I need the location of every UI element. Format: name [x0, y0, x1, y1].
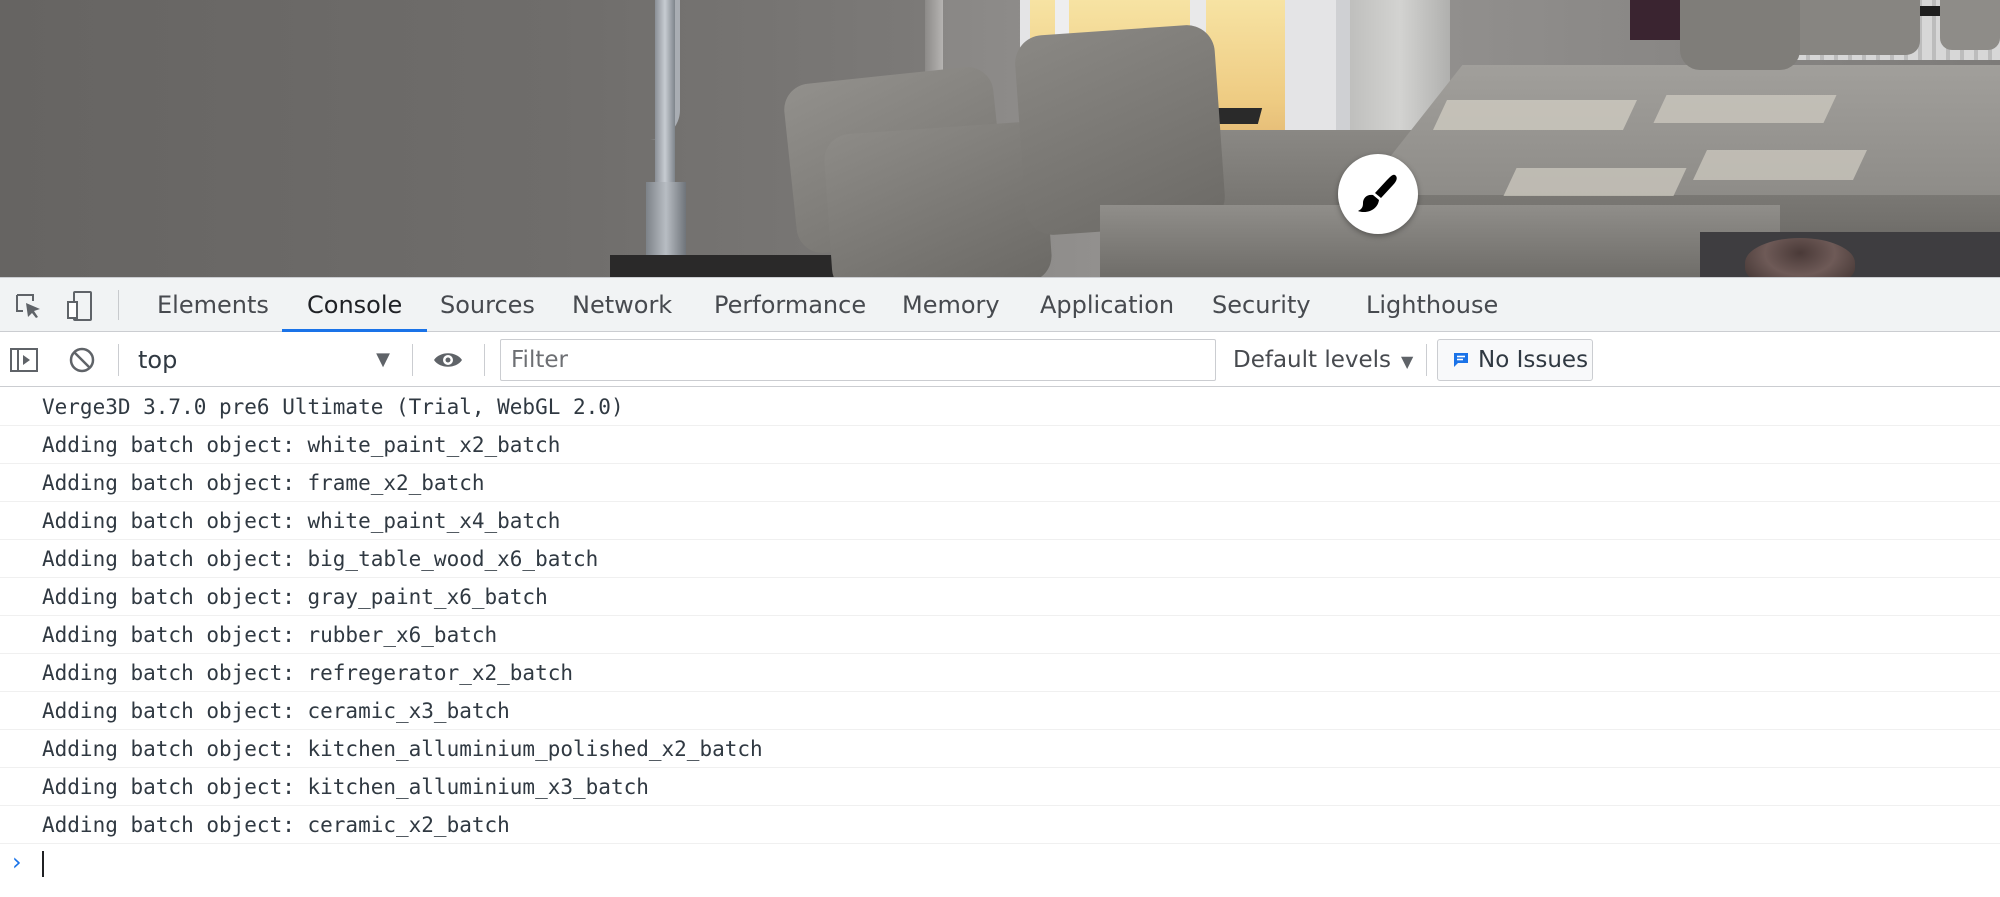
- devtools-tabbar: Elements Console Sources Network Perform…: [0, 277, 2000, 332]
- tab-performance[interactable]: Performance: [712, 278, 868, 332]
- issues-button[interactable]: No Issues: [1437, 339, 1593, 381]
- show-sidebar-icon[interactable]: [8, 344, 40, 376]
- 3d-viewport[interactable]: [0, 0, 2000, 277]
- clear-console-icon[interactable]: [66, 344, 98, 376]
- issues-message-icon: [1454, 353, 1468, 367]
- text-cursor: [42, 851, 44, 877]
- console-message: Verge3D 3.7.0 pre6 Ultimate (Trial, WebG…: [0, 388, 2000, 426]
- chevron-down-icon: ▼: [1401, 352, 1414, 371]
- context-value: top: [138, 346, 178, 374]
- paint-brush-button[interactable]: [1338, 154, 1418, 234]
- console-message: Adding batch object: gray_paint_x6_batch: [0, 578, 2000, 616]
- tab-application[interactable]: Application: [1038, 278, 1176, 332]
- console-message: Adding batch object: kitchen_alluminium_…: [0, 768, 2000, 806]
- scene-cushion: [1940, 0, 2000, 50]
- console-message: Adding batch object: big_table_wood_x6_b…: [0, 540, 2000, 578]
- scene-sunlight: [1503, 168, 1687, 196]
- console-message: Adding batch object: ceramic_x3_batch: [0, 692, 2000, 730]
- scene-cushion: [1680, 0, 1800, 70]
- chevron-down-icon: ▼: [376, 349, 390, 370]
- console-message: Adding batch object: ceramic_x2_batch: [0, 806, 2000, 844]
- paint-brush-icon: [1358, 174, 1397, 212]
- tab-security[interactable]: Security: [1210, 278, 1313, 332]
- scene-sunlight: [1433, 100, 1637, 130]
- scene-cushion: [822, 120, 1054, 277]
- scene-sofa-front: [1100, 205, 1780, 277]
- toolbar-divider: [412, 344, 413, 376]
- toolbar-divider: [1426, 344, 1427, 376]
- tab-network[interactable]: Network: [570, 278, 674, 332]
- toolbar-divider: [484, 344, 485, 376]
- tab-memory[interactable]: Memory: [900, 278, 1002, 332]
- tab-console[interactable]: Console: [281, 278, 428, 332]
- scene-sunlight: [1693, 150, 1867, 180]
- console-output: Verge3D 3.7.0 pre6 Ultimate (Trial, WebG…: [0, 388, 2000, 897]
- console-prompt[interactable]: ›: [0, 844, 2000, 882]
- log-levels-label: Default levels: [1233, 347, 1392, 373]
- console-message: Adding batch object: white_paint_x2_batc…: [0, 426, 2000, 464]
- scene-lamp-pole: [655, 0, 675, 190]
- console-message: Adding batch object: frame_x2_batch: [0, 464, 2000, 502]
- scene-cushion: [1780, 0, 1920, 55]
- tab-lighthouse[interactable]: Lighthouse: [1364, 278, 1500, 332]
- toolbar-divider: [118, 290, 119, 320]
- live-expression-eye-icon[interactable]: [432, 344, 464, 376]
- tab-sources[interactable]: Sources: [438, 278, 537, 332]
- console-message: Adding batch object: kitchen_alluminium_…: [0, 730, 2000, 768]
- inspect-element-icon[interactable]: [12, 290, 44, 322]
- filter-input[interactable]: [500, 339, 1216, 381]
- console-message: Adding batch object: refregerator_x2_bat…: [0, 654, 2000, 692]
- devtools-panel: Elements Console Sources Network Perform…: [0, 277, 2000, 897]
- console-message: Adding batch object: white_paint_x4_batc…: [0, 502, 2000, 540]
- log-levels-dropdown[interactable]: Default levels ▼: [1233, 340, 1413, 380]
- console-message: Adding batch object: rubber_x6_batch: [0, 616, 2000, 654]
- toolbar-divider: [118, 344, 119, 376]
- issues-label: No Issues: [1478, 347, 1589, 373]
- prompt-chevron-icon: ›: [12, 848, 22, 876]
- console-toolbar: top ▼ Default levels ▼ No Issues: [0, 332, 2000, 387]
- device-toolbar-icon[interactable]: [64, 290, 96, 322]
- tab-elements[interactable]: Elements: [155, 278, 271, 332]
- scene-sunlight: [1653, 95, 1837, 123]
- context-selector[interactable]: top ▼: [138, 340, 400, 380]
